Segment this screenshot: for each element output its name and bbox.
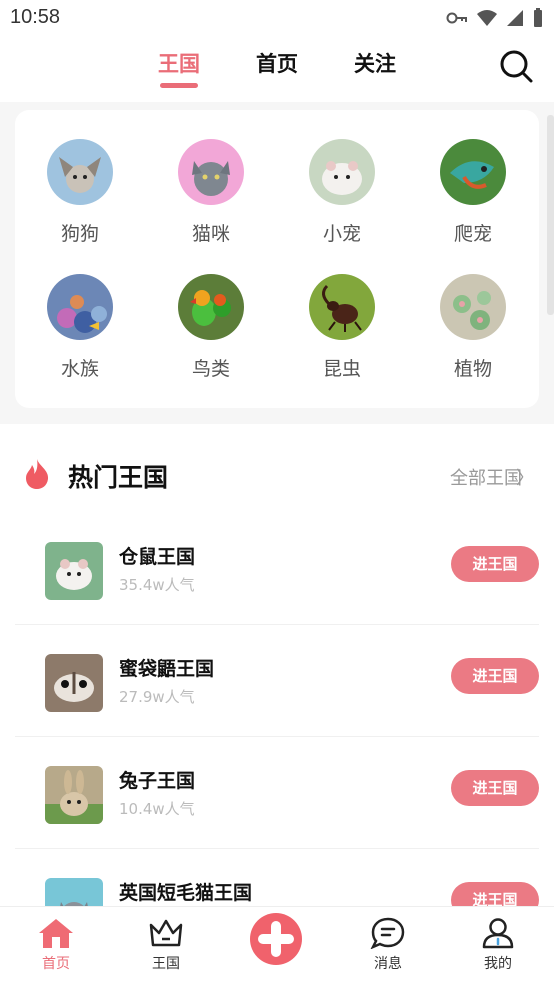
category-label: 昆虫 [322,358,361,380]
fire-icon [26,459,49,489]
tab-kingdom[interactable]: 王国 [158,48,200,78]
tab-follow[interactable]: 关注 [354,48,396,78]
category-label: 水族 [60,358,99,380]
bottom-nav: 首页 王国 消息 我的 [0,906,554,985]
birds-avatar [178,274,244,340]
kingdom-name: 英国短毛猫王国 [119,882,253,904]
enter-kingdom-button[interactable]: 进王国 [451,658,539,694]
profile-icon [482,918,514,949]
category-dog[interactable]: 狗狗 [40,139,120,246]
chameleon-icon [450,161,494,189]
tab-home[interactable]: 首页 [256,48,298,78]
category-grid: 狗狗 猫咪 小宠 爬宠 水族 鸟类 昆虫 植物 [15,110,539,408]
all-kingdoms-link[interactable]: 全部王国 [450,464,522,490]
dog-icon [59,157,101,193]
plus-icon [258,921,294,957]
category-label: 鸟类 [191,358,230,380]
cat-icon [192,161,230,196]
key-icon [446,12,467,24]
category-birds[interactable]: 鸟类 [171,274,251,381]
list-item[interactable]: 兔子王国 10.4w人气 进王国 [15,736,539,849]
message-icon [370,917,405,949]
list-item[interactable]: 蜜袋鼯王国 27.9w人气 进王国 [15,624,539,737]
rabbit-thumbnail [45,766,103,824]
plants-avatar [440,274,506,340]
succulent-icon [453,291,491,330]
dog-avatar [47,139,113,205]
chevron-right-icon[interactable]: 〉 [516,464,534,490]
kingdom-popularity: 10.4w人气 [119,800,195,818]
nav-profile[interactable]: 我的 [468,917,528,973]
nav-kingdom[interactable]: 王国 [136,917,196,973]
sugar-glider-icon [54,672,94,702]
category-aquatic[interactable]: 水族 [40,274,120,381]
signal-icon [507,10,523,26]
nav-label: 我的 [484,956,512,972]
hamster-avatar [309,139,375,205]
category-reptiles[interactable]: 爬宠 [433,139,513,246]
battery-icon [534,8,542,27]
kingdom-popularity: 35.4w人气 [119,576,195,594]
beetle-icon [322,284,362,332]
wifi-icon [477,10,497,26]
nav-label: 王国 [152,956,180,972]
hot-kingdoms-section: 热门王国 全部王国 〉 仓鼠王国 35.4w人气 进王国 蜜袋鼯王国 27.9w… [0,424,554,936]
nav-messages[interactable]: 消息 [358,917,418,973]
enter-kingdom-button[interactable]: 进王国 [451,546,539,582]
category-label: 狗狗 [60,223,99,245]
nav-home[interactable]: 首页 [26,917,86,973]
cat-avatar [178,139,244,205]
home-icon [39,919,73,948]
chameleon-avatar [440,139,506,205]
category-label: 爬宠 [453,223,492,245]
kingdom-popularity: 27.9w人气 [119,688,195,706]
category-label: 小宠 [322,223,361,245]
nav-label: 消息 [374,956,402,972]
coral-icon [57,295,107,333]
category-plants[interactable]: 植物 [433,274,513,381]
parrot-icon [190,290,231,326]
category-cat[interactable]: 猫咪 [171,139,251,246]
tab-indicator [160,83,198,88]
kingdom-name: 蜜袋鼯王国 [119,658,215,680]
scrollbar[interactable] [547,115,554,315]
aquatic-avatar [47,274,113,340]
kingdom-name: 兔子王国 [119,770,196,792]
status-bar: 10:58 [0,0,554,38]
hamster-icon [56,559,92,590]
rabbit-icon [45,770,103,824]
category-insects[interactable]: 昆虫 [302,274,382,381]
section-title: 热门王国 [68,463,169,492]
hamster-thumbnail [45,542,103,600]
category-small-pets[interactable]: 小宠 [302,139,382,246]
sugar-glider-thumbnail [45,654,103,712]
search-icon[interactable] [498,48,534,84]
status-icons [446,8,544,28]
nav-label: 首页 [42,956,70,972]
hamster-icon [322,161,362,195]
add-post-button[interactable] [250,913,302,965]
status-time: 10:58 [10,6,61,28]
list-item[interactable]: 仓鼠王国 35.4w人气 进王国 [15,512,539,625]
insects-avatar [309,274,375,340]
top-nav: 王国 首页 关注 [0,38,554,102]
enter-kingdom-button[interactable]: 进王国 [451,770,539,806]
category-label: 植物 [453,358,492,380]
category-label: 猫咪 [191,223,230,245]
crown-icon [149,919,183,947]
kingdom-name: 仓鼠王国 [119,546,196,568]
